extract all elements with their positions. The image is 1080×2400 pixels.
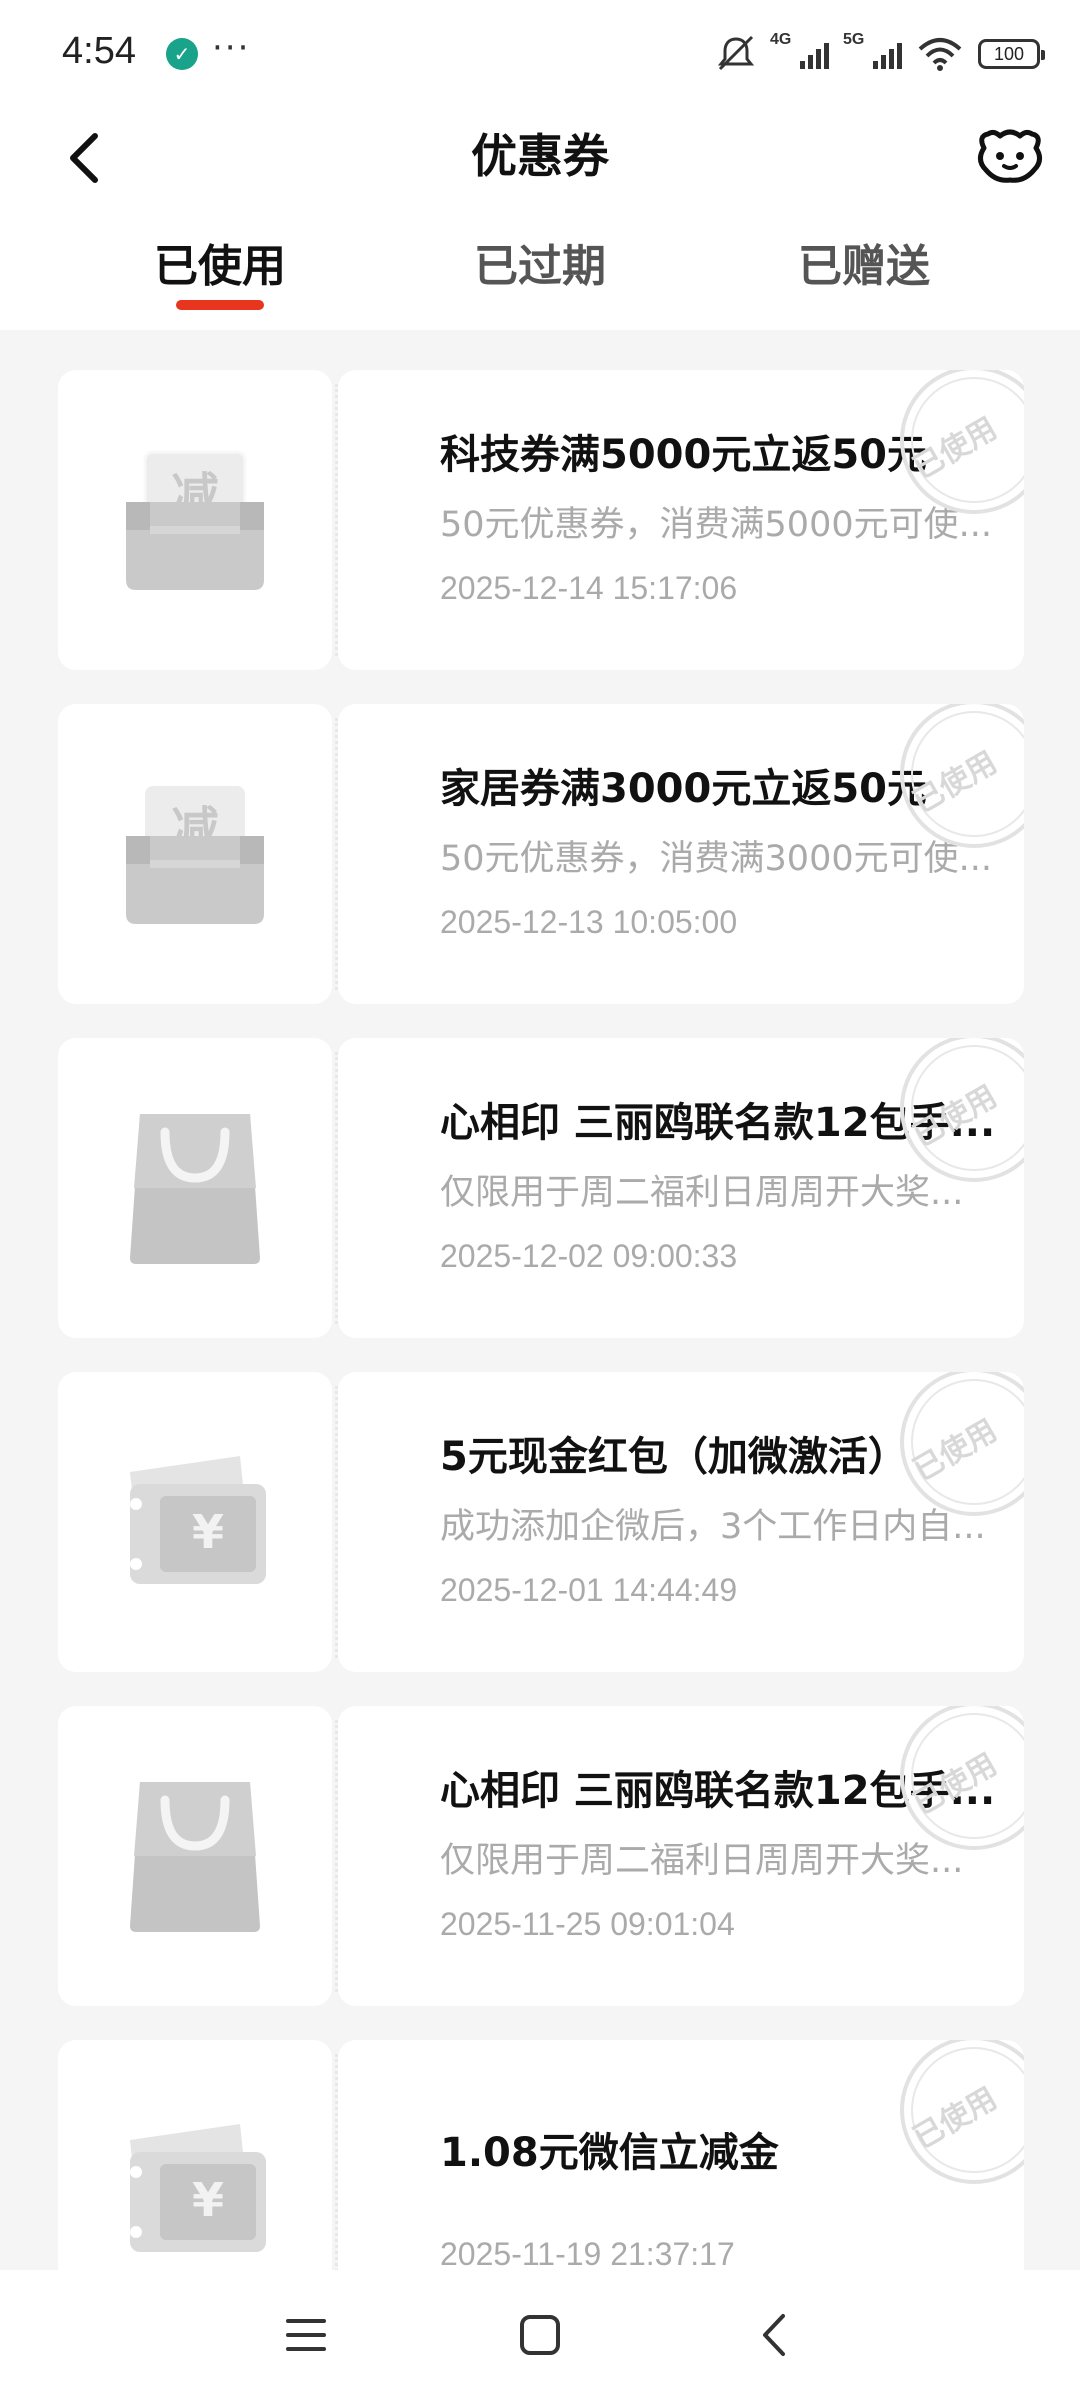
cash-icon-label: ¥ xyxy=(192,2173,224,2227)
coupon-icon-panel: 减 xyxy=(58,370,332,670)
coupon-used-date: 2025-12-02 09:00:33 xyxy=(440,1238,738,1274)
coupon-card[interactable]: 减 家居券满3000元立返50元 50元优惠券，消费满3000元可使... 20… xyxy=(58,704,1024,1004)
shopping-bag-icon xyxy=(130,1114,260,1264)
system-back-button[interactable] xyxy=(734,2300,814,2370)
wifi-icon xyxy=(918,37,962,71)
home-button[interactable] xyxy=(500,2300,580,2370)
used-stamp-icon: 已使用 xyxy=(900,1706,1024,1850)
menu-button[interactable] xyxy=(266,2300,346,2370)
used-stamp-icon: 已使用 xyxy=(900,370,1024,514)
network-type-2: 5G xyxy=(843,31,865,48)
coupon-icon-panel: ¥ xyxy=(58,2040,332,2270)
status-bar: 4:54 ✓ ··· 4G 5G 100 xyxy=(0,0,1080,110)
coupon-info: 家居券满3000元立返50元 50元优惠券，消费满3000元可使... 2025… xyxy=(338,704,1024,1004)
cash-ticket-icon: ¥ xyxy=(130,2124,266,2252)
stamp-label: 已使用 xyxy=(908,1079,1003,1154)
coupon-icon-panel xyxy=(58,1706,332,2006)
coupon-list[interactable]: 减 科技券满5000元立返50元 50元优惠券，消费满5000元可使... 20… xyxy=(0,330,1080,2270)
stamp-label: 已使用 xyxy=(908,1413,1003,1488)
battery-indicator: 100 xyxy=(978,39,1045,69)
stamp-label: 已使用 xyxy=(908,745,1003,820)
used-stamp-icon: 已使用 xyxy=(900,2040,1024,2184)
coupon-icon-panel xyxy=(58,1038,332,1338)
leaf-app-icon: ✓ xyxy=(166,38,198,70)
coupon-used-date: 2025-11-19 21:37:17 xyxy=(440,2236,735,2270)
page-header: 优惠券 已使用 已过期 已赠送 xyxy=(0,110,1080,330)
coupon-info: 心相印 三丽鸥联名款12包手... 仅限用于周二福利日周周开大奖... 2025… xyxy=(338,1706,1024,2006)
coupon-card[interactable]: 心相印 三丽鸥联名款12包手... 仅限用于周二福利日周周开大奖... 2025… xyxy=(58,1038,1024,1338)
coupon-info: 1.08元微信立减金 2025-11-19 21:37:17 已使用 xyxy=(338,2040,1024,2270)
discount-tray-icon: 减 xyxy=(126,786,264,924)
home-square-icon xyxy=(520,2315,560,2355)
cash-ticket-icon: ¥ xyxy=(130,1456,266,1584)
coupon-card[interactable]: 心相印 三丽鸥联名款12包手... 仅限用于周二福利日周周开大奖... 2025… xyxy=(58,1706,1024,2006)
more-notifications-icon: ··· xyxy=(212,28,251,68)
tab-gifted[interactable]: 已赠送 xyxy=(744,230,984,294)
shopping-bag-icon xyxy=(130,1782,260,1932)
coupon-info: 5元现金红包（加微激活） 成功添加企微后，3个工作日内自... 2025-12-… xyxy=(338,1372,1024,1672)
used-stamp-icon: 已使用 xyxy=(900,1038,1024,1182)
cash-icon-label: ¥ xyxy=(192,1505,224,1559)
status-time: 4:54 xyxy=(62,30,136,72)
system-nav-bar xyxy=(0,2270,1080,2400)
back-triangle-icon xyxy=(763,2314,785,2356)
menu-icon xyxy=(286,2319,326,2351)
coupon-card[interactable]: ¥ 1.08元微信立减金 2025-11-19 21:37:17 已使用 xyxy=(58,2040,1024,2270)
stamp-label: 已使用 xyxy=(908,411,1003,486)
coupon-used-date: 2025-12-13 10:05:00 xyxy=(440,904,738,940)
used-stamp-icon: 已使用 xyxy=(900,704,1024,848)
coupon-info: 科技券满5000元立返50元 50元优惠券，消费满5000元可使... 2025… xyxy=(338,370,1024,670)
discount-tray-icon: 减 xyxy=(126,450,264,590)
coupon-card[interactable]: ¥ 5元现金红包（加微激活） 成功添加企微后，3个工作日内自... 2025-1… xyxy=(58,1372,1024,1672)
coupon-used-date: 2025-11-25 09:01:04 xyxy=(440,1906,735,1942)
page-title: 优惠券 xyxy=(471,129,609,183)
status-icons: 4G 5G 100 xyxy=(716,31,1045,76)
stamp-label: 已使用 xyxy=(908,2081,1003,2156)
coupon-used-date: 2025-12-01 14:44:49 xyxy=(440,1572,738,1608)
coupon-icon-panel: ¥ xyxy=(58,1372,332,1672)
signal-4g-icon: 4G xyxy=(770,31,829,69)
stamp-label: 已使用 xyxy=(908,1747,1003,1822)
signal-5g-icon: 5G xyxy=(843,31,902,69)
active-tab-indicator xyxy=(176,300,264,310)
status-tabs: 已使用 已过期 已赠送 xyxy=(0,230,1080,320)
tab-used[interactable]: 已使用 xyxy=(100,230,340,294)
used-stamp-icon: 已使用 xyxy=(900,1372,1024,1516)
coupon-card[interactable]: 减 科技券满5000元立返50元 50元优惠券，消费满5000元可使... 20… xyxy=(58,370,1024,670)
coupon-info: 心相印 三丽鸥联名款12包手... 仅限用于周二福利日周周开大奖... 2025… xyxy=(338,1038,1024,1338)
coupon-used-date: 2025-12-14 15:17:06 xyxy=(440,570,738,606)
customer-service-button[interactable] xyxy=(970,116,1050,196)
network-type-1: 4G xyxy=(770,31,792,48)
customer-service-mascot-icon xyxy=(978,129,1042,183)
mute-vibrate-icon xyxy=(716,35,756,73)
tab-expired[interactable]: 已过期 xyxy=(420,230,660,294)
coupon-icon-panel: 减 xyxy=(58,704,332,1004)
